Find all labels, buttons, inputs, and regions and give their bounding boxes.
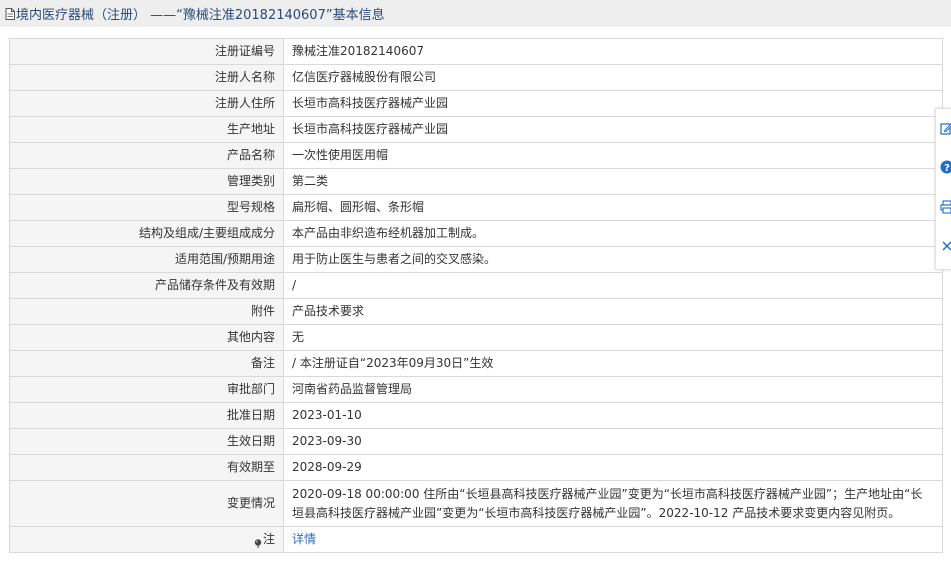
table-row: 产品储存条件及有效期 / — [9, 272, 943, 299]
info-table: 注册证编号 豫械注准20182140607 注册人名称 亿信医疗器械股份有限公司 注… — [9, 38, 943, 553]
row-value: 2028-09-29 — [283, 454, 943, 481]
table-row: 批准日期 2023-01-10 — [9, 402, 943, 429]
row-label: 变更情况 — [9, 480, 284, 527]
row-label: 型号规格 — [9, 194, 284, 221]
row-label: 有效期至 — [9, 454, 284, 481]
pin-icon — [254, 535, 262, 548]
table-row: 注册人住所 长垣市高科技医疗器械产业园 — [9, 90, 943, 117]
row-value: 2023-01-10 — [283, 402, 943, 429]
table-row: 其他内容无 — [9, 324, 943, 351]
row-value: 用于防止医生与患者之间的交叉感染。 — [283, 246, 943, 273]
row-value: 本产品由非织造布经机器加工制成。 — [283, 220, 943, 247]
table-row: 适用范围/预期用途 用于防止医生与患者之间的交叉感染。 — [9, 246, 943, 273]
table-row: 结构及组成/主要组成成分 本产品由非织造布经机器加工制成。 — [9, 220, 943, 247]
row-value: 亿信医疗器械股份有限公司 — [283, 64, 943, 91]
svg-text:?: ? — [944, 163, 950, 174]
row-label: 管理类别 — [9, 168, 284, 195]
row-value: 河南省药品监督管理局 — [283, 376, 943, 403]
row-label: 其他内容 — [9, 324, 284, 351]
table-row: 管理类别 第二类 — [9, 168, 943, 195]
help-icon[interactable]: ? — [940, 160, 951, 174]
change-history-value: 2020-09-18 00:00:00 住所由“长垣县高科技医疗器械产业园”变更… — [283, 480, 943, 527]
row-value: 第二类 — [283, 168, 943, 195]
table-row: 备注 / 本注册证自“2023年09月30日”生效 — [9, 350, 943, 377]
row-label: 注册证编号 — [9, 38, 284, 65]
table-row: 产品名称 一次性使用医用帽 — [9, 142, 943, 169]
row-value: 长垣市高科技医疗器械产业园 — [283, 90, 943, 117]
table-row: 注册人名称 亿信医疗器械股份有限公司 — [9, 64, 943, 91]
table-row: 注册证编号 豫械注准20182140607 — [9, 38, 943, 65]
note-label: 注 — [262, 532, 275, 546]
note-label-cell: 注 — [9, 526, 284, 553]
details-link[interactable]: 详情 — [292, 532, 316, 546]
table-row: 型号规格 扁形帽、圆形帽、条形帽 — [9, 194, 943, 221]
row-value: 扁形帽、圆形帽、条形帽 — [283, 194, 943, 221]
row-label: 结构及组成/主要组成成分 — [9, 220, 284, 247]
table-row-note: 注 详情 — [9, 526, 943, 553]
document-icon — [5, 7, 15, 20]
edit-icon[interactable] — [940, 121, 951, 135]
floating-toolbar: ? — [935, 108, 951, 270]
row-value: 一次性使用医用帽 — [283, 142, 943, 169]
row-label: 适用范围/预期用途 — [9, 246, 284, 273]
row-value: 长垣市高科技医疗器械产业园 — [283, 116, 943, 143]
print-icon[interactable] — [940, 200, 951, 214]
row-label: 审批部门 — [9, 376, 284, 403]
page-header: 境内医疗器械（注册） ——“豫械注准20182140607”基本信息 — [0, 0, 951, 27]
table-row: 生效日期 2023-09-30 — [9, 428, 943, 455]
row-label: 生产地址 — [9, 116, 284, 143]
row-label: 注册人住所 — [9, 90, 284, 117]
row-label: 产品储存条件及有效期 — [9, 272, 284, 299]
row-value: 豫械注准20182140607 — [283, 38, 943, 65]
table-row: 生产地址 长垣市高科技医疗器械产业园 — [9, 116, 943, 143]
close-icon[interactable] — [940, 239, 951, 253]
table-row: 有效期至 2028-09-29 — [9, 454, 943, 481]
table-row: 审批部门 河南省药品监督管理局 — [9, 376, 943, 403]
row-label: 注册人名称 — [9, 64, 284, 91]
row-value: / — [283, 272, 943, 299]
note-value-cell: 详情 — [283, 526, 943, 553]
page-title: 境内医疗器械（注册） ——“豫械注准20182140607”基本信息 — [16, 8, 385, 23]
row-label: 批准日期 — [9, 402, 284, 429]
row-label: 生效日期 — [9, 428, 284, 455]
row-label: 附件 — [9, 298, 284, 325]
row-value: 无 — [283, 324, 943, 351]
row-label: 产品名称 — [9, 142, 284, 169]
row-value: / 本注册证自“2023年09月30日”生效 — [283, 350, 943, 377]
row-value: 2023-09-30 — [283, 428, 943, 455]
table-row: 变更情况 2020-09-18 00:00:00 住所由“长垣县高科技医疗器械产业… — [9, 480, 943, 527]
row-label: 备注 — [9, 350, 284, 377]
table-row: 附件 产品技术要求 — [9, 298, 943, 325]
row-value: 产品技术要求 — [283, 298, 943, 325]
